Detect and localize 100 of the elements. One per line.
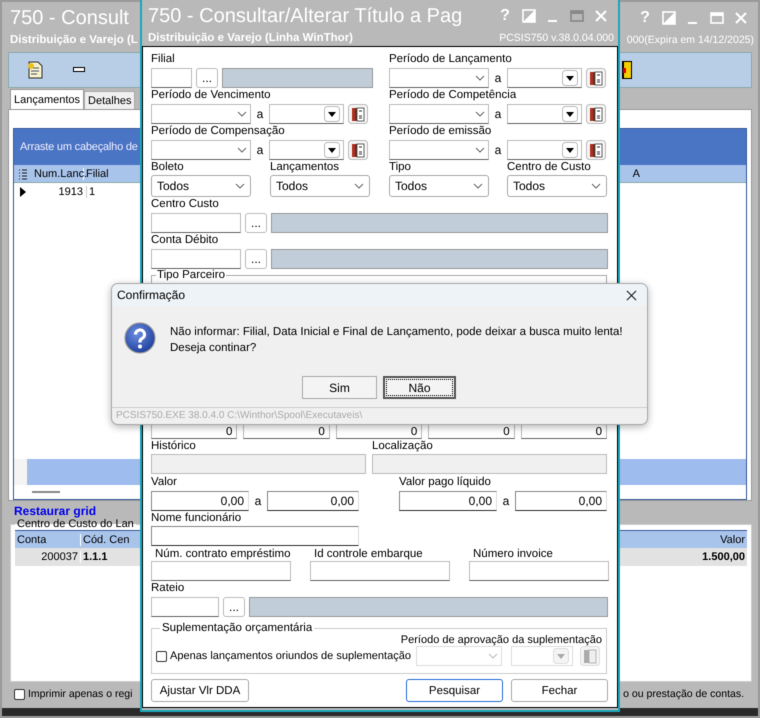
chevron-icon (475, 110, 485, 116)
amount-field[interactable]: 0,00 (399, 490, 497, 510)
browse-button[interactable]: ... (223, 596, 245, 616)
dropdown-icon[interactable] (324, 142, 340, 158)
calendar-icon[interactable] (586, 104, 606, 124)
calendar-icon[interactable] (348, 140, 368, 160)
tab[interactable]: Lançamentos (10, 89, 84, 109)
date-combo[interactable] (151, 104, 251, 124)
browse-button[interactable]: ... (196, 68, 218, 88)
chevron-icon (235, 183, 245, 189)
dropdown[interactable]: Todos (270, 175, 370, 197)
dialog-title: Confirmação (117, 288, 186, 302)
field-label: Período de Competência (389, 88, 518, 103)
column-header[interactable]: A (630, 168, 642, 180)
group-title: Tipo Parceiro (156, 269, 226, 281)
date-field[interactable] (269, 104, 344, 124)
action-button[interactable]: Fechar (511, 679, 608, 702)
restore-grid-link[interactable]: Restaurar grid (14, 504, 96, 518)
date-combo[interactable] (151, 140, 251, 160)
document-icon[interactable] (25, 60, 45, 80)
chevron-icon (488, 653, 498, 659)
input-field[interactable] (310, 561, 450, 581)
dialog-message: Deseja continar? (170, 341, 258, 356)
minus-icon[interactable] (73, 67, 85, 73)
input-field[interactable] (151, 526, 359, 546)
date-field[interactable] (507, 140, 582, 160)
amount-field[interactable]: 0,00 (267, 490, 359, 510)
field-label: Conta Débito (151, 233, 220, 248)
column-chooser-icon[interactable] (18, 168, 28, 180)
dialog-button[interactable]: Não (383, 376, 456, 399)
input-field[interactable] (151, 596, 219, 616)
scrollbar-thumb[interactable] (32, 491, 60, 493)
input-field[interactable] (151, 248, 241, 268)
field-label: Histórico (151, 439, 197, 454)
dialog-button[interactable]: Sim (302, 376, 377, 399)
calendar-icon[interactable] (348, 104, 368, 124)
date-field[interactable] (269, 140, 344, 160)
input-field[interactable] (151, 561, 291, 581)
dropdown-icon[interactable] (562, 106, 578, 122)
date-field[interactable] (507, 104, 582, 124)
license-text: 000(Expira em 14/12/2025) (626, 34, 755, 48)
field-label: Rateio (151, 581, 186, 596)
checkbox[interactable] (156, 650, 167, 662)
range-separator: a (256, 106, 264, 120)
column-header[interactable]: Valor (718, 534, 747, 546)
amount-field[interactable]: 0,00 (515, 490, 607, 510)
date-combo[interactable] (389, 68, 489, 88)
action-button[interactable]: Ajustar Vlr DDA (151, 679, 249, 702)
field-label: Número invoice (472, 547, 554, 562)
dropdown-icon[interactable] (562, 142, 578, 158)
checkbox[interactable] (14, 688, 25, 700)
chevron-icon (475, 74, 485, 80)
chevron-icon (354, 183, 364, 189)
column-header[interactable]: Filial (84, 168, 124, 180)
browse-button[interactable]: ... (245, 248, 267, 268)
date-field[interactable] (510, 646, 573, 666)
chevron-icon (237, 146, 247, 152)
dropdown[interactable]: Todos (507, 175, 607, 197)
amount-field[interactable]: 0,00 (151, 490, 249, 510)
field-label: Boleto (151, 160, 185, 175)
input-field[interactable] (151, 212, 241, 232)
row-pointer-icon (20, 187, 26, 197)
window-title: 750 - Consultar/Alterar Título a Pag (148, 4, 462, 28)
field-label: Núm. contrato empréstimo (154, 547, 291, 562)
group-hint: Arraste um cabeçalho de (20, 141, 138, 153)
browse-button[interactable]: ... (245, 212, 267, 232)
field-label: Tipo (389, 160, 412, 175)
table-cell: 1913 (34, 186, 86, 198)
dropdown-icon[interactable] (562, 70, 578, 86)
field-label: Nome funcionário (151, 511, 242, 526)
table-cell-text: 1.1.1 (82, 551, 108, 563)
field-label: Id controle embarque (313, 547, 424, 562)
dropdown-icon[interactable] (324, 106, 340, 122)
range-separator: a (254, 494, 262, 508)
dropdown[interactable]: Todos (151, 175, 251, 197)
date-combo[interactable] (389, 140, 489, 160)
date-field[interactable] (507, 68, 582, 88)
input-field[interactable] (151, 68, 192, 88)
calendar-icon[interactable] (586, 140, 606, 160)
calendar-icon[interactable] (586, 68, 606, 88)
group-title: Centro de Custo do Lan (16, 518, 135, 530)
version-text: PCSIS750 v.38.0.04.000 (499, 32, 615, 46)
column-header[interactable]: Cód. Cen (81, 534, 133, 546)
action-button[interactable]: Pesquisar (406, 679, 503, 702)
window-subtitle: Distribuição e Varejo (L (10, 34, 138, 48)
tab[interactable]: Detalhes (84, 91, 136, 109)
column-header[interactable]: Conta (15, 534, 81, 546)
column-header[interactable]: Num.Lanc. (32, 168, 84, 180)
input-field[interactable] (469, 561, 609, 581)
table-cell: 1 (86, 186, 126, 198)
field-label: Lançamentos (270, 160, 340, 175)
date-combo[interactable] (389, 104, 489, 124)
close-icon[interactable] (626, 290, 637, 300)
question-icon (124, 322, 156, 354)
field-label: Período de Lançamento (389, 52, 513, 67)
door-icon[interactable] (621, 60, 633, 80)
checkbox-label: Imprimir apenas o regi (28, 688, 132, 700)
option-text: o ou prestação de contas. (623, 688, 744, 700)
range-separator: a (494, 106, 502, 120)
dropdown[interactable]: Todos (389, 175, 489, 197)
